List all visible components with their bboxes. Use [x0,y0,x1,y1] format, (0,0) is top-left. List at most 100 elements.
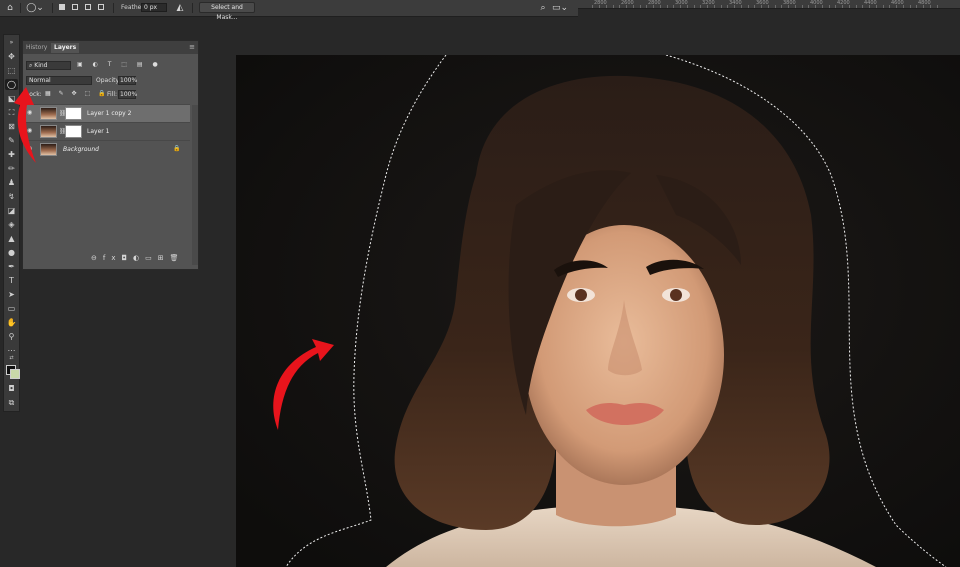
ruler-tick [700,5,701,8]
swap-colors-icon[interactable]: ⇄ [5,353,18,364]
ruler-tick [613,5,614,8]
pen-tool-icon[interactable]: ✒ [5,261,18,272]
ruler-label: 4600 [891,0,904,6]
ruler-tick [768,5,769,8]
add-to-selection-icon[interactable] [70,2,80,14]
layer-row[interactable]: ◉ ⛓ Layer 1 copy 2 [23,104,190,122]
layer-mask-thumbnail[interactable] [65,107,82,120]
ruler-tick [788,5,789,8]
lock-icons[interactable]: ▦ ✎ ✥ ⬚ 🔒 [45,90,109,97]
lock-icon[interactable]: 🔒 [173,145,180,152]
layer-row[interactable]: ◉ ⛓ Layer 1 [23,122,190,140]
panel-scrollbar[interactable] [192,105,198,265]
document-canvas[interactable] [236,55,960,567]
ruler-tick [660,5,661,8]
ruler-tick [619,5,620,8]
ruler-tick [721,5,722,8]
tab-history[interactable]: History [23,43,50,53]
ruler-tick [673,5,674,8]
subtract-selection-icon[interactable] [83,2,93,14]
ruler-label: 4000 [810,0,823,6]
ruler-tick [741,5,742,8]
zoom-tool-icon[interactable]: ⚲ [5,331,18,342]
blend-mode-select[interactable]: Normal [26,76,92,85]
delete-layer-icon[interactable]: 🗑 [170,254,185,262]
fill-label: Fill: [107,91,118,98]
opacity-label: Opacity: [96,77,121,84]
background-color-swatch[interactable] [10,369,20,379]
clone-stamp-tool-icon[interactable]: ♟ [5,177,18,188]
panel-menu-icon[interactable]: ≡ [189,43,195,51]
path-selection-tool-icon[interactable]: ➤ [5,289,18,300]
separator [20,3,21,13]
marquee-tool-icon[interactable]: ⬚ [5,65,18,76]
ruler-tick [640,5,641,8]
select-and-mask-button[interactable]: Select and Mask... [199,2,255,21]
ruler-tick [795,5,796,8]
type-tool-icon[interactable]: T [5,275,18,286]
new-group-icon[interactable]: ▭ [145,254,158,262]
intersect-selection-icon[interactable] [96,2,106,14]
ruler-tick [781,5,782,8]
link-layers-icon[interactable]: ⊖ [91,254,103,262]
ruler-tick [937,5,938,8]
paint-bucket-tool-icon[interactable]: ◈ [5,219,18,230]
layer-filter-icons[interactable]: ▣ ◐ T ⬚ ▤ ● [77,61,162,68]
layer-row[interactable]: ◉ Background 🔒 [23,140,190,158]
ruler-tick [714,5,715,8]
ruler-tick [592,5,593,8]
ruler-tick [599,5,600,8]
right-iris [670,289,682,301]
ruler-tick [802,5,803,8]
ruler-tick [694,5,695,8]
anti-alias-icon[interactable]: ◭ [174,2,186,14]
home-icon[interactable]: ⌂ [4,2,16,14]
new-selection-icon[interactable] [57,2,67,14]
move-tool-icon[interactable]: ✥ [5,51,18,62]
ruler-label: 3600 [756,0,769,6]
ruler-label: 3200 [702,0,715,6]
expand-tools-icon[interactable]: » [5,37,18,48]
add-mask-icon[interactable]: ◘ [121,254,133,262]
layer-name: Layer 1 copy 2 [87,110,132,117]
ruler-tick [680,5,681,8]
layer-mask-thumbnail[interactable] [65,125,82,138]
ruler-tick [808,5,809,8]
lasso-preset-icon[interactable]: ◯⌄ [25,2,45,14]
red-arrow-tool-annotation [14,87,36,163]
ruler-tick [727,5,728,8]
ruler-tick [916,5,917,8]
ruler-tick [667,5,668,8]
opacity-input[interactable]: 100% [118,76,137,85]
collapsed-panel-strip [0,410,8,567]
workspace-icon[interactable]: ▭⌄ [552,2,568,14]
portrait-photo [236,55,960,567]
panel-footer-icons: ⊖fx◘◐▭⊞🗑 [91,254,185,262]
dodge-tool-icon[interactable]: ● [5,247,18,258]
search-icon[interactable]: ⌕ [538,2,548,14]
ruler-tick [910,5,911,8]
horizontal-ruler: 2800 2600 2800 3000 3200 3400 3600 3800 4000 4200… [578,0,960,9]
history-brush-tool-icon[interactable]: ↯ [5,191,18,202]
ruler-tick [748,5,749,8]
ruler-tick [930,5,931,8]
fill-input[interactable]: 100% [118,90,137,99]
ruler-tick [923,5,924,8]
blur-tool-icon[interactable]: ▲ [5,233,18,244]
kind-filter-label: Kind [34,62,48,69]
quick-mask-icon[interactable]: ◘ [5,383,18,394]
screen-mode-icon[interactable]: ⧉ [5,397,18,408]
fx-icon[interactable]: fx [103,254,122,262]
new-layer-icon[interactable]: ⊞ [158,254,170,262]
tab-layers[interactable]: Layers [51,43,80,53]
rectangle-tool-icon[interactable]: ▭ [5,303,18,314]
separator [192,3,193,13]
feather-input[interactable]: 0 px [141,3,167,12]
ruler-tick [734,5,735,8]
ruler-label: 3400 [729,0,742,6]
layer-name: Background [63,146,99,153]
hand-tool-icon[interactable]: ✋ [5,317,18,328]
adjustment-layer-icon[interactable]: ◐ [133,254,145,262]
kind-filter-select[interactable]: ⌕ Kind [26,61,71,70]
eraser-tool-icon[interactable]: ◪ [5,205,18,216]
